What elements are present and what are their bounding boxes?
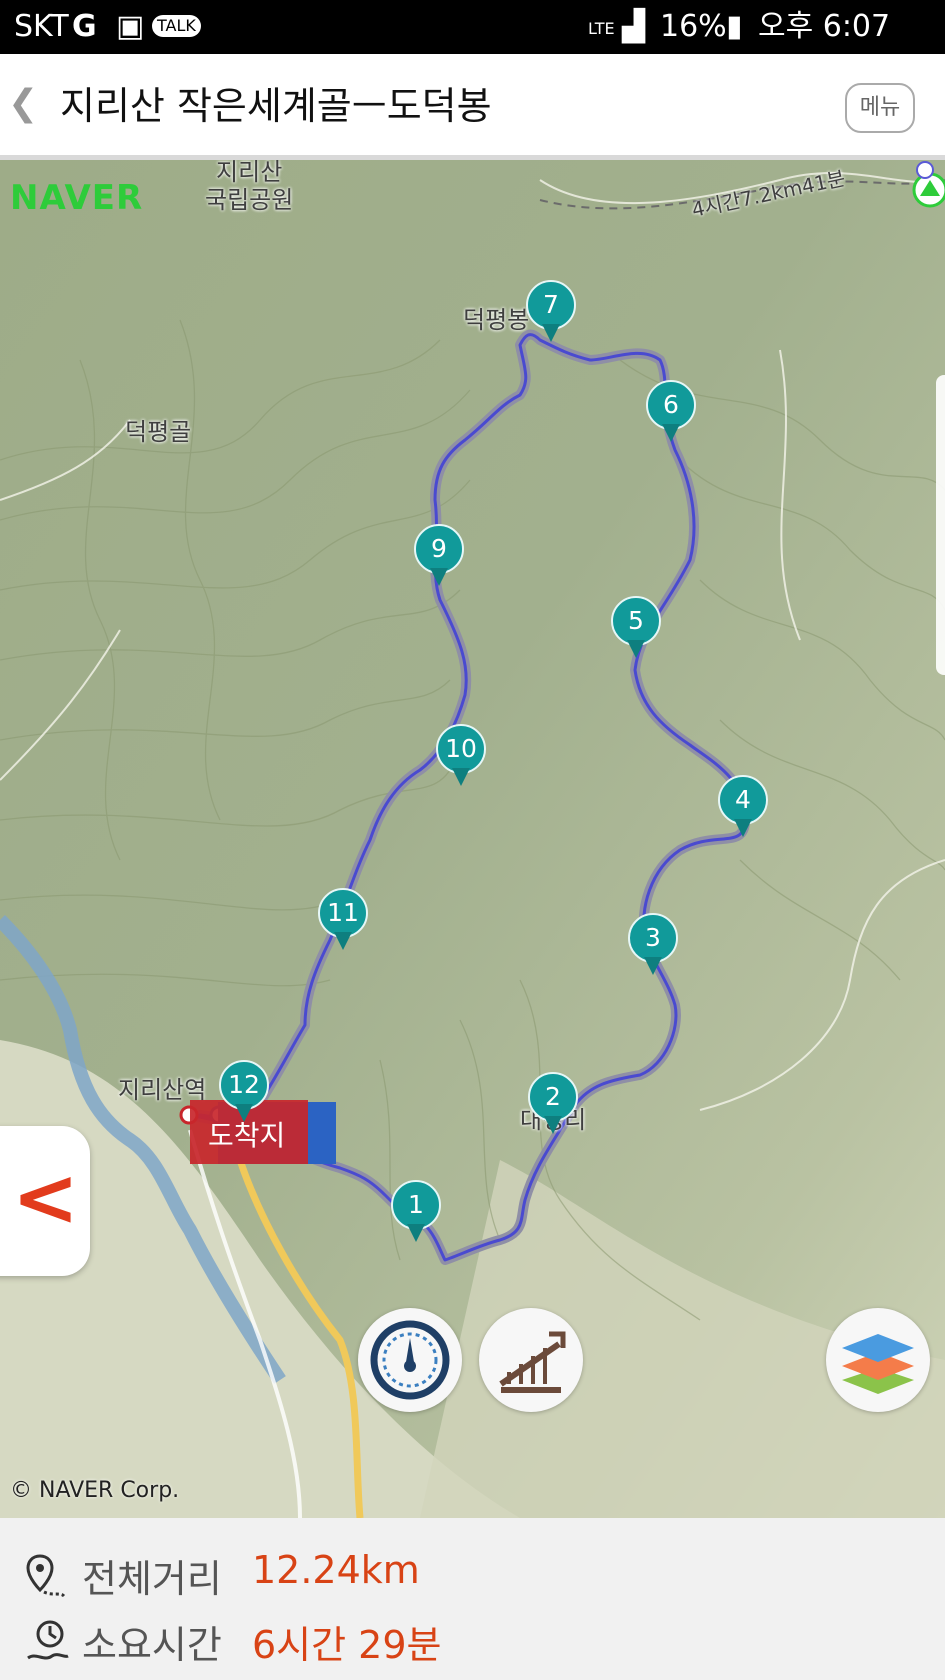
distance-label: 전체거리 <box>82 1557 222 1601</box>
app-bar: ❮ 지리산 작은세계골ㅡ도덕봉 메뉴 <box>0 54 945 160</box>
chevron-left-icon: < <box>12 1151 80 1244</box>
talk-icon: TALK <box>152 15 201 37</box>
scroll-handle[interactable] <box>936 375 945 675</box>
waypoint-marker[interactable]: 11 <box>318 888 368 954</box>
carrier-g-icon: G <box>72 9 97 44</box>
elevation-button[interactable] <box>479 1308 583 1412</box>
time-label: 소요시간 <box>82 1623 222 1667</box>
layers-icon <box>842 1334 914 1394</box>
map-copyright: © NAVER Corp. <box>10 1478 180 1503</box>
route-summary: 전체거리 12.24km 소요시간 6시간 29분 <box>0 1518 945 1680</box>
battery-percent: 16% <box>660 9 727 44</box>
deokpyeongbong-label: 덕평봉 <box>463 306 530 334</box>
speedometer-icon <box>370 1320 450 1400</box>
network-label: LTE <box>588 19 615 38</box>
route-map[interactable]: NAVER 지리산 국립공원 덕평골 덕평봉 지리산역 대성리 4시간7.2km… <box>0 160 945 1518</box>
route-distance-icon <box>26 1554 66 1598</box>
waypoint-marker[interactable]: 2 <box>528 1072 578 1138</box>
waypoint-marker[interactable]: 4 <box>718 775 768 841</box>
waypoint-marker[interactable]: 12 <box>219 1060 269 1126</box>
deokpyeonggol-label: 덕평골 <box>125 418 192 446</box>
waypoint-marker[interactable]: 3 <box>628 913 678 979</box>
speed-button[interactable] <box>358 1308 462 1412</box>
back-chevron-icon[interactable]: ❮ <box>8 84 38 124</box>
clock-icon <box>27 1620 69 1660</box>
waypoint-marker[interactable]: 10 <box>436 724 486 790</box>
map-terrain <box>0 160 945 1518</box>
clock: 오후 6:07 <box>758 9 891 44</box>
gallery-icon: ▣ <box>116 9 145 44</box>
waypoint-marker[interactable]: 5 <box>611 596 661 662</box>
status-bar: SKT G ▣ TALK LTE ▟ 16% ▮ 오후 6:07 <box>0 0 945 54</box>
waypoint-marker[interactable]: 9 <box>414 524 464 590</box>
distance-value: 12.24km <box>252 1548 420 1592</box>
elevation-slope-icon <box>499 1331 566 1393</box>
waypoint-marker[interactable]: 1 <box>391 1180 441 1246</box>
carrier-label: SKT <box>14 9 69 44</box>
drawer-toggle-button[interactable]: < <box>0 1126 90 1276</box>
signal-icon: ▟ <box>622 9 646 44</box>
waypoint-marker[interactable]: 6 <box>646 380 696 446</box>
waypoint-marker[interactable]: 7 <box>526 280 576 346</box>
layers-button[interactable] <box>826 1308 930 1412</box>
menu-button[interactable]: 메뉴 <box>845 83 915 133</box>
page-title: 지리산 작은세계골ㅡ도덕봉 <box>60 84 492 128</box>
park-label: 지리산 국립공원 <box>205 160 294 214</box>
naver-logo: NAVER <box>10 178 144 218</box>
time-value: 6시간 29분 <box>252 1623 442 1667</box>
battery-icon: ▮ <box>726 9 743 44</box>
